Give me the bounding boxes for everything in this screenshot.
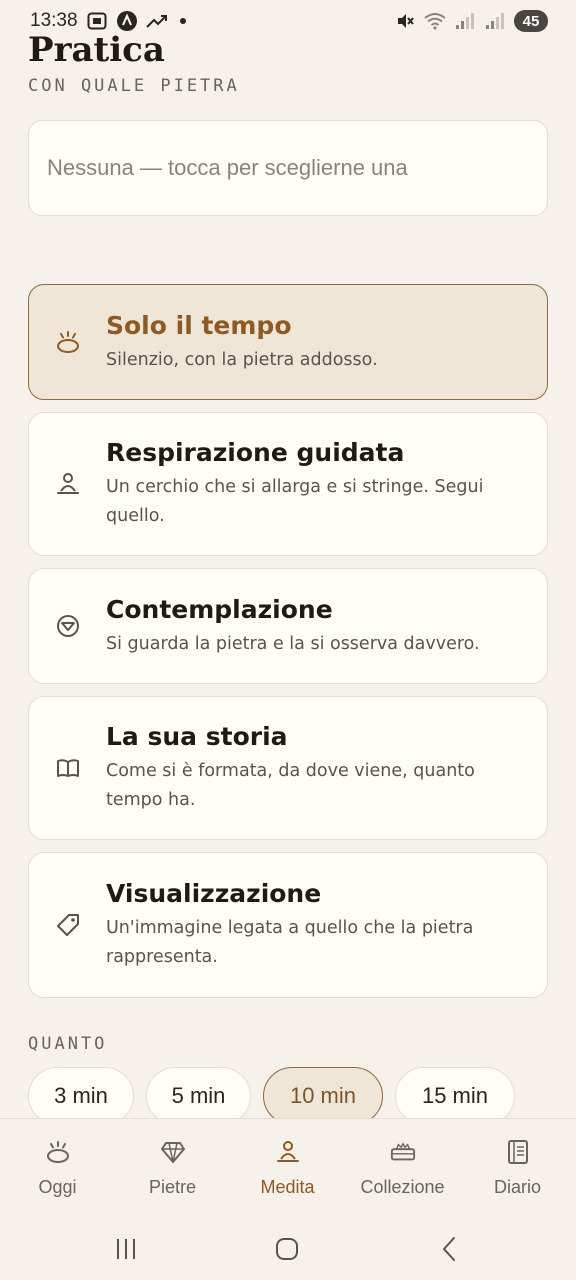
card-desc: Un'immagine legata a quello che la pietr… — [106, 918, 474, 967]
card-title: Solo il tempo — [106, 310, 292, 340]
stone-picker-placeholder: Nessuna — tocca per sceglierne una — [47, 155, 408, 180]
duration-section-label: QUANTO — [28, 1034, 108, 1054]
screenshot-icon — [86, 10, 108, 32]
bottom-nav: Oggi Pietre Medita Collezione Diario — [0, 1118, 576, 1218]
card-text: La sua storia Come si è formata, da dove… — [106, 721, 507, 815]
practice-card-solo-il-tempo[interactable]: Solo il tempo Silenzio, con la pietra ad… — [28, 284, 548, 400]
app-notification-icon — [116, 10, 138, 32]
tag-icon — [55, 912, 81, 938]
sun-stone-icon — [55, 329, 81, 355]
meditation-person-icon — [275, 1139, 301, 1165]
system-nav-bar — [0, 1218, 576, 1280]
status-left: 13:38 — [30, 10, 186, 32]
stone-section-label: CON QUALE PIETRA — [28, 76, 240, 96]
practice-card-contemplazione[interactable]: Contemplazione Si guarda la pietra e la … — [28, 568, 548, 684]
nav-label: Collezione — [360, 1177, 445, 1197]
trending-icon — [145, 10, 168, 32]
more-notifications-dot — [179, 18, 186, 24]
sun-stone-icon — [45, 1139, 71, 1165]
practice-card-visualizzazione[interactable]: Visualizzazione Un'immagine legata a que… — [28, 852, 548, 998]
card-text: Respirazione guidata Un cerchio che si a… — [106, 437, 507, 531]
card-title: Contemplazione — [106, 594, 333, 624]
back-icon[interactable] — [434, 1234, 464, 1264]
recent-apps-icon[interactable] — [111, 1234, 141, 1264]
card-text: Solo il tempo Silenzio, con la pietra ad… — [106, 310, 507, 375]
card-text: Contemplazione Si guarda la pietra e la … — [106, 594, 507, 659]
status-time: 13:38 — [30, 10, 78, 31]
home-icon[interactable] — [272, 1234, 302, 1264]
book-icon — [55, 755, 81, 781]
card-title: Respirazione guidata — [106, 438, 405, 467]
card-desc: Un cerchio che si allarga e si stringe. … — [106, 477, 484, 526]
wifi-icon — [424, 10, 446, 32]
practice-card-respirazione-guidata[interactable]: Respirazione guidata Un cerchio che si a… — [28, 412, 548, 556]
signal-icon-2 — [484, 10, 506, 32]
card-text: Visualizzazione Un'immagine legata a que… — [106, 878, 507, 972]
journal-icon — [505, 1139, 531, 1165]
page-title: Pratica — [28, 30, 165, 70]
gem-circle-icon — [55, 613, 81, 639]
nav-label: Diario — [493, 1177, 541, 1197]
duration-option-10-min[interactable]: 10 min — [263, 1067, 383, 1125]
card-desc: Silenzio, con la pietra addosso. — [106, 349, 378, 370]
nav-item-diario[interactable]: Diario — [460, 1119, 575, 1219]
mute-icon — [394, 10, 416, 32]
status-right: 45 — [394, 10, 548, 32]
nav-label: Pietre — [148, 1177, 197, 1197]
stone-picker[interactable]: Nessuna — tocca per sceglierne una — [28, 120, 548, 216]
diamond-icon — [160, 1139, 186, 1165]
nav-label: Oggi — [38, 1177, 77, 1197]
card-title: Visualizzazione — [106, 879, 322, 908]
card-desc: Si guarda la pietra e la si osserva davv… — [106, 633, 480, 654]
duration-option-15-min[interactable]: 15 min — [395, 1067, 515, 1125]
tray-icon — [390, 1139, 416, 1165]
card-desc: Come si è formata, da dove viene, quanto… — [106, 761, 475, 810]
nav-item-oggi[interactable]: Oggi — [0, 1119, 115, 1219]
signal-icon-1 — [454, 10, 476, 32]
nav-item-pietre[interactable]: Pietre — [115, 1119, 230, 1219]
meditation-person-icon — [55, 471, 81, 497]
duration-option-3-min[interactable]: 3 min — [28, 1067, 134, 1125]
battery-indicator: 45 — [514, 10, 548, 32]
card-title: La sua storia — [106, 722, 288, 751]
nav-item-medita[interactable]: Medita — [230, 1119, 345, 1219]
nav-item-collezione[interactable]: Collezione — [345, 1119, 460, 1219]
nav-label: Medita — [260, 1177, 315, 1197]
duration-option-5-min[interactable]: 5 min — [146, 1067, 251, 1125]
practice-card-la-sua-storia[interactable]: La sua storia Come si è formata, da dove… — [28, 696, 548, 840]
